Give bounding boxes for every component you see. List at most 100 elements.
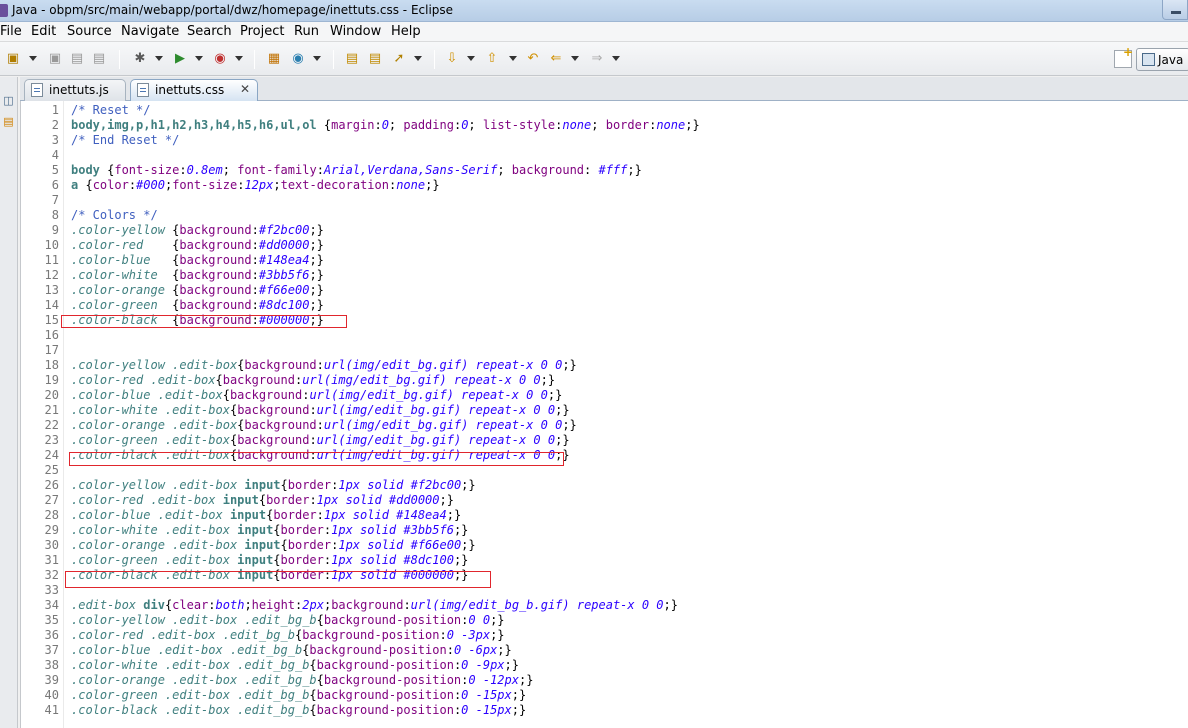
code-token: 1px solid #dd0000	[316, 493, 440, 507]
code-token: background-position	[302, 628, 440, 642]
code-line[interactable]: 39 .color-orange .edit-box .edit_bg_b{bac…	[21, 673, 1181, 688]
previous-annotation-icon[interactable]: ⇧	[483, 51, 501, 67]
code-line[interactable]: 11 .color-blue {background:#148ea4;}	[21, 253, 1181, 268]
code-editor[interactable]: 1 /* Reset */ 2 body,img,p,h1,h2,h3,h4,h5,h…	[20, 101, 1188, 728]
code-text: .color-red .edit-box input{border:1px so…	[71, 493, 454, 508]
code-line[interactable]: 30 .color-orange .edit-box input{border:1…	[21, 538, 1181, 553]
code-line[interactable]: 23 .color-green .edit-box{background:url(…	[21, 433, 1181, 448]
next-annotation-dropdown-arrow[interactable]	[467, 56, 475, 61]
code-line[interactable]: 31 .color-green .edit-box input{border:1p…	[21, 553, 1181, 568]
menu-help[interactable]: Help	[391, 24, 421, 39]
open-folder-icon[interactable]: ▤	[366, 51, 384, 67]
code-line[interactable]: 16	[21, 328, 1181, 343]
code-line[interactable]: 14 .color-green {background:#8dc100;}	[21, 298, 1181, 313]
debug-icon[interactable]: ✱	[131, 51, 149, 67]
code-line[interactable]: 9 .color-yellow {background:#f2bc00;}	[21, 223, 1181, 238]
code-line[interactable]: 5 body {font-size:0.8em; font-family:Aria…	[21, 163, 1181, 178]
menu-edit[interactable]: Edit	[31, 24, 56, 39]
code-token: ;}	[511, 688, 527, 702]
new-class-dropdown-arrow[interactable]	[313, 56, 321, 61]
save-all-icon[interactable]: ▤	[68, 51, 86, 67]
code-line[interactable]: 28 .color-blue .edit-box input{border:1px…	[21, 508, 1181, 523]
code-line[interactable]: 20 .color-blue .edit-box{background:url(i…	[21, 388, 1181, 403]
code-text: .color-black .edit-box .edit_bg_b{backgr…	[71, 703, 526, 718]
forward-icon[interactable]: ⇒	[588, 51, 606, 67]
code-line[interactable]: 4	[21, 148, 1181, 163]
code-line[interactable]: 27 .color-red .edit-box input{border:1px …	[21, 493, 1181, 508]
code-line[interactable]: 21 .color-white .edit-box{background:url(…	[21, 403, 1181, 418]
code-token: background	[222, 373, 295, 387]
new-class-icon[interactable]: ◉	[289, 51, 307, 67]
external-tools-icon[interactable]: ◉	[211, 51, 229, 67]
next-annotation-icon[interactable]: ⇩	[443, 51, 461, 67]
code-line[interactable]: 1 /* Reset */	[21, 103, 1181, 118]
close-icon[interactable]: ✕	[240, 82, 250, 96]
code-line[interactable]: 25	[21, 463, 1181, 478]
debug-dropdown-arrow[interactable]	[155, 56, 163, 61]
menu-run[interactable]: Run	[294, 24, 319, 39]
back-dropdown-arrow[interactable]	[571, 56, 579, 61]
forward-dropdown-arrow[interactable]	[612, 56, 620, 61]
code-line[interactable]: 34 .edit-box div{clear:both;height:2px;ba…	[21, 598, 1181, 613]
code-line[interactable]: 19 .color-red .edit-box{background:url(im…	[21, 373, 1181, 388]
menu-search[interactable]: Search	[187, 24, 232, 39]
code-line[interactable]: 6a {color:#000;font-size:12px;text-decor…	[21, 178, 1181, 193]
code-text: .color-green .edit-box{background:url(im…	[71, 433, 570, 448]
code-line[interactable]: 18 .color-yellow .edit-box{background:url…	[21, 358, 1181, 373]
new-package-icon[interactable]: ▦	[265, 51, 283, 67]
code-line[interactable]: 10 .color-red {background:#dd0000;}	[21, 238, 1181, 253]
print-icon[interactable]: ▤	[90, 51, 108, 67]
code-token: #f66e00	[258, 283, 310, 297]
menu-file[interactable]: File	[0, 24, 22, 39]
run-icon[interactable]: ▶	[171, 51, 189, 67]
code-line[interactable]: 3 /* End Reset */	[21, 133, 1181, 148]
tab-inettuts-js[interactable]: inettuts.js	[24, 79, 126, 101]
new-icon[interactable]: ▣	[4, 51, 22, 67]
external-tools-dropdown-arrow[interactable]	[235, 56, 243, 61]
code-line[interactable]: 8 /* Colors */	[21, 208, 1181, 223]
open-perspective-icon[interactable]	[1114, 45, 1133, 68]
menu-source[interactable]: Source	[67, 24, 112, 39]
menu-project[interactable]: Project	[240, 24, 284, 39]
code-line[interactable]: 12 .color-white {background:#3bb5f6;}	[21, 268, 1181, 283]
code-line[interactable]: 26 .color-yellow .edit-box input{border:1…	[21, 478, 1181, 493]
menu-navigate[interactable]: Navigate	[121, 24, 179, 39]
code-line[interactable]: 17	[21, 343, 1181, 358]
code-line[interactable]: 41 .color-black .edit-box .edit_bg_b{back…	[21, 703, 1181, 718]
code-line[interactable]: 38 .color-white .edit-box .edit_bg_b{back…	[21, 658, 1181, 673]
code-line[interactable]: 13 .color-orange {background:#f66e00;}	[21, 283, 1181, 298]
code-line[interactable]: 32 .color-black .edit-box input{border:1p…	[21, 568, 1181, 583]
package-explorer-icon[interactable]: ▤	[2, 115, 15, 128]
menu-window[interactable]: Window	[330, 24, 381, 39]
previous-annotation-dropdown-arrow[interactable]	[509, 56, 517, 61]
code-line[interactable]: 37 .color-blue .edit-box .edit_bg_b{backg…	[21, 643, 1181, 658]
restore-icon[interactable]: ◫	[2, 94, 15, 107]
line-number: 30	[44, 538, 59, 552]
code-line[interactable]: 24 .color-black .edit-box{background:url(…	[21, 448, 1181, 463]
new-dropdown-arrow[interactable]	[29, 56, 37, 61]
code-line[interactable]: 36 .color-red .edit-box .edit_bg_b{backgr…	[21, 628, 1181, 643]
code-line[interactable]: 35 .color-yellow .edit-box .edit_bg_b{bac…	[21, 613, 1181, 628]
code-line[interactable]: 2 body,img,p,h1,h2,h3,h4,h5,h6,ul,ol {mar…	[21, 118, 1181, 133]
back-icon[interactable]: ⇐	[547, 51, 565, 67]
code-token: background-position	[309, 643, 447, 657]
search-icon[interactable]: ➚	[390, 51, 408, 67]
code-line[interactable]: 40 .color-green .edit-box .edit_bg_b{back…	[21, 688, 1181, 703]
code-line[interactable]: 29 .color-white .edit-box input{border:1p…	[21, 523, 1181, 538]
minimize-button[interactable]	[1162, 0, 1188, 20]
save-icon[interactable]: ▣	[46, 51, 64, 67]
code-line[interactable]: 33	[21, 583, 1181, 598]
code-line[interactable]: 22 .color-orange .edit-box{background:url…	[21, 418, 1181, 433]
java-perspective-button[interactable]: Java	[1136, 48, 1188, 71]
code-token: ;	[222, 163, 238, 177]
run-dropdown-arrow[interactable]	[195, 56, 203, 61]
code-line[interactable]: 7	[21, 193, 1181, 208]
code-token: :	[316, 418, 324, 432]
last-edit-location-icon[interactable]: ↶	[524, 51, 542, 67]
open-type-icon[interactable]: ▤	[343, 51, 361, 67]
search-dropdown-arrow[interactable]	[414, 56, 422, 61]
code-token: none	[562, 118, 592, 132]
code-token: 0 -6px	[453, 643, 498, 657]
tab-inettuts-css[interactable]: inettuts.css ✕	[130, 79, 258, 101]
code-line[interactable]: 15 .color-black {background:#000000;}	[21, 313, 1181, 328]
